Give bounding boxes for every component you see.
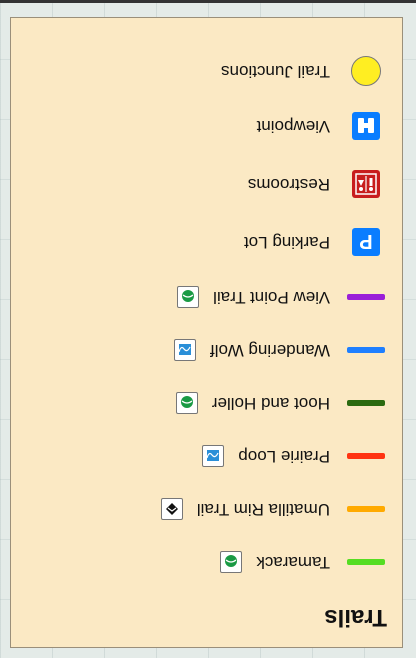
svg-text:P: P xyxy=(359,232,372,252)
legend-item-umatilla-rim-trail: Umatilla Rim Trail xyxy=(160,494,390,524)
trail-line-swatch xyxy=(347,453,385,459)
legend-label: Restrooms xyxy=(247,175,330,194)
legend-item-prairie-loop: Prairie Loop xyxy=(202,441,390,471)
legend-item-wandering-wolf: Wandering Wolf xyxy=(174,335,390,365)
legend-label: Tamarack xyxy=(256,553,330,572)
legend-item-trail-junctions: Trail Junctions xyxy=(221,56,390,86)
easiest-green-circle-icon xyxy=(177,286,200,308)
restrooms-icon xyxy=(352,170,380,198)
trail-line-swatch xyxy=(347,347,385,353)
legend-label: Hoot and Holler xyxy=(211,394,330,413)
legend-item-tamarack: Tamarack xyxy=(220,547,390,577)
trail-line-swatch xyxy=(347,294,385,300)
legend-label: Prairie Loop xyxy=(238,447,330,466)
legend-item-view-point-trail: View Point Trail xyxy=(177,282,390,312)
trail-line-swatch xyxy=(347,506,385,512)
map-legend: Trails Tamarack Umatilla Rim Trail Prair… xyxy=(10,17,403,648)
legend-label: Wandering Wolf xyxy=(210,341,330,360)
legend-item-viewpoint: Viewpoint xyxy=(257,111,390,141)
more-difficult-blue-square-icon xyxy=(202,445,225,467)
legend-label: Trail Junctions xyxy=(221,62,330,81)
legend-title: Trails xyxy=(324,604,387,631)
parking-icon: P xyxy=(352,228,380,256)
trail-line-swatch xyxy=(347,400,385,406)
trail-line-swatch xyxy=(347,559,385,565)
more-difficult-blue-square-icon xyxy=(174,339,196,361)
legend-item-restrooms: Restrooms xyxy=(248,169,390,199)
easiest-green-circle-icon xyxy=(220,551,243,573)
legend-label: Viewpoint xyxy=(256,117,330,136)
legend-item-parking-lot: P Parking Lot xyxy=(244,227,390,257)
trail-junction-icon xyxy=(351,56,381,86)
most-difficult-black-diamond-icon xyxy=(160,498,183,520)
legend-item-hoot-and-holler: Hoot and Holler xyxy=(175,388,390,418)
legend-label: View Point Trail xyxy=(213,288,330,307)
legend-label: Umatilla Rim Trail xyxy=(196,500,330,519)
legend-label: Parking Lot xyxy=(244,233,330,252)
map-frame-line xyxy=(0,0,416,3)
binoculars-icon xyxy=(352,112,380,140)
easiest-green-circle-icon xyxy=(175,392,198,414)
